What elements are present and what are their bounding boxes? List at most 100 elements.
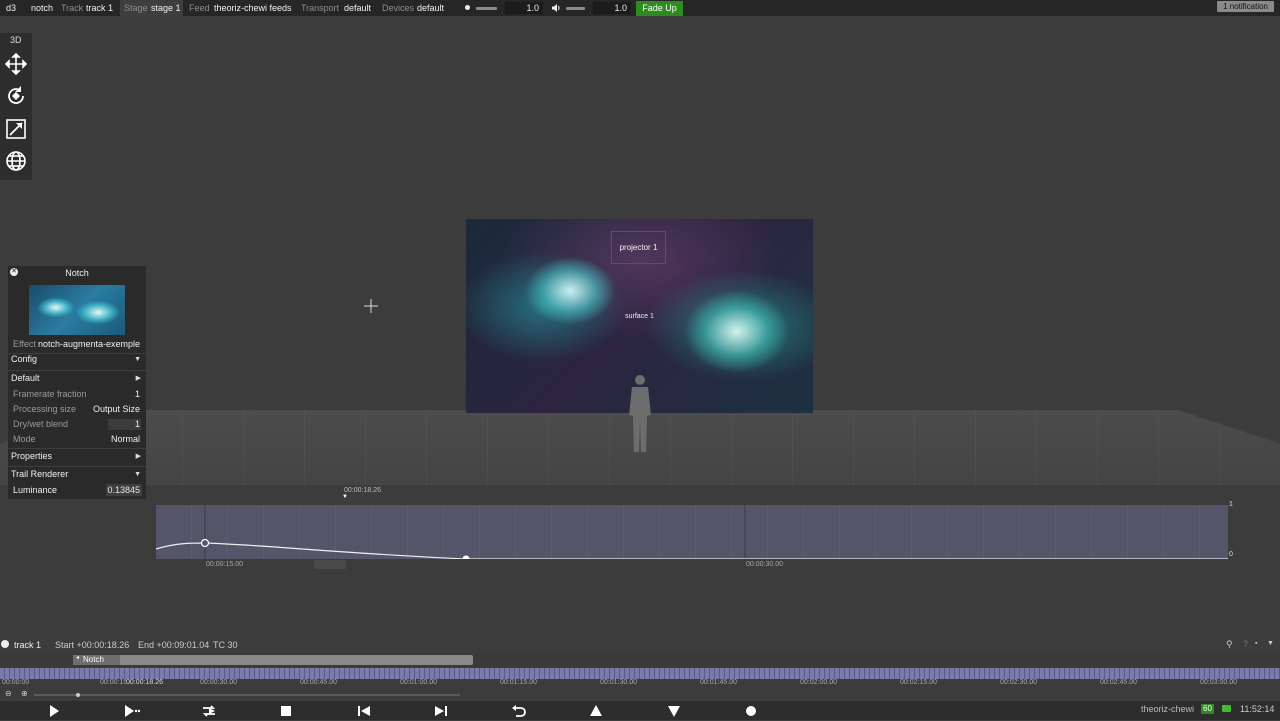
ruler-label: 00:03:00.00 (1200, 679, 1237, 686)
battery-icon (1222, 705, 1231, 712)
trail-renderer-section[interactable]: Trail Renderer ▼ (8, 466, 146, 483)
stop-icon[interactable] (277, 703, 295, 719)
crosshair-cursor (364, 299, 378, 313)
track-info-bar: track 1 Start +00:00:18.26 End +00:09:01… (0, 638, 1280, 652)
devices-select[interactable]: default (417, 0, 444, 16)
ruler-label: 00:00:00 (2, 679, 30, 686)
luminance-value[interactable]: 0.13845 (106, 484, 142, 496)
zoom-in-icon[interactable]: ⊕ (21, 689, 28, 698)
record-icon[interactable] (742, 703, 760, 719)
chevron-down-icon: ▼ (134, 356, 141, 363)
ruler-label: 00:01:15.00 (500, 679, 537, 686)
keyframe-point[interactable] (462, 555, 470, 560)
top-bar: d3 notch Track track 1 Stage stage 1 Fee… (0, 0, 1280, 16)
previous-icon[interactable] (355, 703, 373, 719)
ruler-label: 00:02:30.00 (1000, 679, 1037, 686)
transport-bar: theoriz-chewi 60 11:52:14 (0, 701, 1280, 720)
ruler-label: 00:00:45.00 (300, 679, 337, 686)
chevron-down-icon: ▼ (134, 471, 141, 478)
layer-editor-panel: ✕ Notch Effect notch-augmenta-exemple Co… (8, 266, 146, 499)
chevron-right-icon: ▶ (135, 375, 141, 382)
ruler-label: 00:00:30.00 (200, 679, 237, 686)
search-icon[interactable]: ⚲ (1226, 639, 1233, 650)
feed-select[interactable]: theoriz-chewi feeds (214, 0, 292, 16)
ruler-label: 00:02:15.00 (900, 679, 937, 686)
notch-layer-block[interactable]: ◂ Notch (73, 655, 473, 665)
scale-icon[interactable] (4, 117, 28, 141)
config-section[interactable]: Config ▼ (8, 351, 146, 368)
projector-label: projector 1 (619, 243, 658, 252)
person-silhouette (629, 375, 651, 452)
layer-name: Notch (83, 655, 104, 664)
default-label: Default (11, 373, 40, 383)
fade-up-button[interactable]: Fade Up (636, 1, 683, 16)
surface-label: surface 1 (625, 313, 654, 320)
track-end: End +00:09:01.04 (138, 640, 210, 650)
app-name[interactable]: d3 (6, 0, 16, 16)
ruler-label: 00:01:00.00 (400, 679, 437, 686)
ruler-label: 00:01:30.00 (600, 679, 637, 686)
zoom-bar: ⊖ ⊕ (0, 689, 470, 700)
stage-label: Stage (124, 3, 148, 13)
loop-icon[interactable] (200, 703, 218, 719)
move-icon[interactable] (4, 52, 28, 76)
brightness-slider[interactable] (476, 7, 497, 10)
track-tc: TC 30 (213, 640, 238, 650)
ruler-label: 00:01:45.00 (700, 679, 737, 686)
next-icon[interactable] (432, 703, 450, 719)
mode-value[interactable]: Normal (111, 431, 140, 448)
brightness-icon (465, 5, 470, 10)
chevron-down-icon[interactable]: ▼ (1267, 640, 1274, 647)
ruler-label: 00:02:00.00 (800, 679, 837, 686)
mode-label: Mode (13, 434, 36, 444)
track-toggle-icon[interactable] (1, 640, 9, 648)
curve-ymin: 0 (1229, 551, 1233, 558)
view-mode-label: 3D (10, 35, 22, 45)
curve-scroll-thumb[interactable] (314, 560, 346, 569)
help-icon[interactable]: ? (1243, 639, 1248, 649)
current-time: 00:00:18.26 (126, 679, 163, 686)
brightness-value[interactable]: 1.0 (505, 2, 543, 14)
arrow-down-icon[interactable] (665, 703, 683, 719)
notification-badge[interactable]: 1 notification (1217, 1, 1274, 12)
chevron-left-icon: ◂ (76, 655, 80, 661)
globe-icon[interactable] (4, 149, 28, 173)
play-icon[interactable] (45, 703, 63, 719)
zoom-handle[interactable] (76, 693, 80, 697)
timeline-ruler[interactable] (0, 668, 1280, 679)
zoom-out-icon[interactable]: ⊖ (5, 689, 12, 698)
properties-section[interactable]: Properties ▶ (8, 448, 146, 465)
fps-badge: 60 (1201, 704, 1214, 714)
feed-label: Feed (189, 3, 210, 13)
luminance-label: Luminance (13, 485, 58, 495)
curve-editor[interactable] (156, 505, 1228, 559)
default-section[interactable]: Default ▶ (8, 370, 146, 387)
ruler-labels: 00:00:00 00:00:15.00 00:00:30.00 00:00:4… (0, 679, 1280, 689)
volume-slider[interactable] (566, 7, 585, 10)
playhead-marker[interactable]: ▼ (342, 494, 348, 500)
track-select[interactable]: track 1 (86, 0, 113, 16)
lock-icon[interactable]: ▪ (1255, 640, 1257, 647)
volume-icon[interactable] (551, 3, 561, 13)
volume-value[interactable]: 1.0 (593, 2, 631, 14)
machine-name: theoriz-chewi (1141, 704, 1195, 714)
properties-label: Properties (11, 451, 53, 461)
stage-select[interactable]: stage 1 (151, 0, 181, 16)
trail-label: Trail Renderer (11, 469, 69, 479)
track-name[interactable]: track 1 (14, 640, 41, 650)
return-icon[interactable] (510, 703, 528, 719)
clock: 11:52:14 (1240, 704, 1275, 714)
track-label: Track (61, 3, 84, 13)
arrow-up-icon[interactable] (587, 703, 605, 719)
tool-panel: 3D (0, 33, 32, 180)
keyframe-point[interactable] (200, 538, 210, 548)
transport-select[interactable]: default (344, 0, 371, 16)
play-section-icon[interactable] (122, 703, 141, 719)
transport-label: Transport (301, 3, 340, 13)
zoom-slider[interactable] (34, 694, 460, 696)
rotate-icon[interactable] (4, 84, 28, 108)
ruler-label: 00:02:45.00 (1100, 679, 1137, 686)
luminance-row[interactable]: Luminance 0.13845 (8, 482, 146, 499)
chevron-right-icon: ▶ (135, 453, 141, 460)
project-name[interactable]: notch (31, 0, 53, 16)
